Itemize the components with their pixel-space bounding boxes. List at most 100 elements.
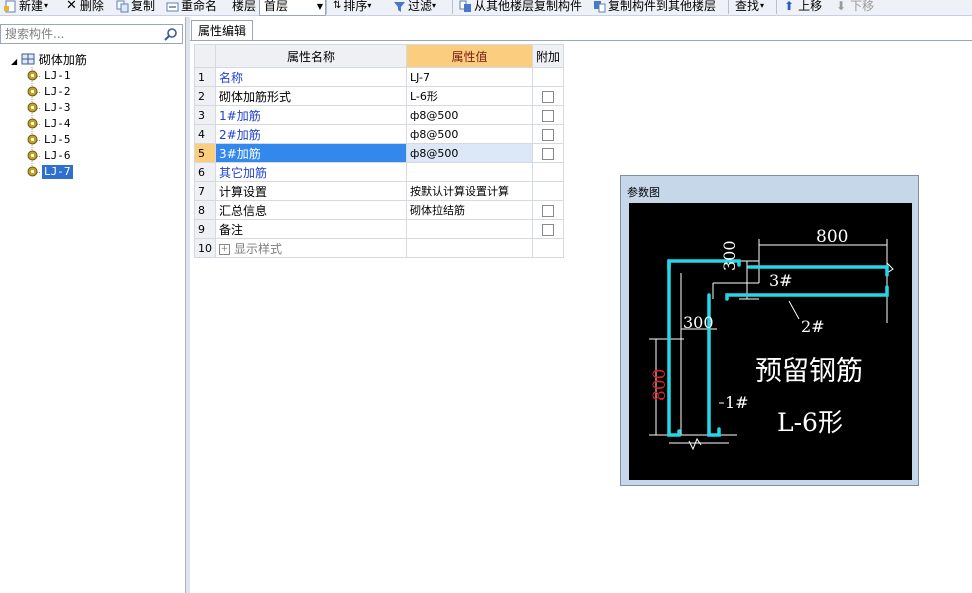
copy-from-other-floor-button[interactable]: 从其他楼层复制构件 [459, 0, 582, 15]
row-number: 6 [194, 162, 216, 182]
header-extra[interactable]: 附加 [531, 44, 565, 68]
property-value-cell[interactable]: ф8@500 [406, 124, 533, 144]
gear-icon [27, 118, 38, 129]
property-name-cell[interactable]: + 显示样式 [215, 238, 407, 258]
tree-item[interactable]: LJ-4 [27, 117, 73, 131]
move-down-button[interactable]: ⬇ 下移 [836, 0, 874, 15]
extra-checkbox[interactable] [542, 147, 554, 160]
toolbar-separator [776, 0, 777, 14]
property-value-cell[interactable]: ф8@500 [406, 105, 533, 125]
extra-checkbox[interactable] [542, 90, 554, 103]
row-number: 3 [194, 105, 216, 125]
property-value-cell[interactable] [406, 238, 533, 258]
tree-item[interactable]: LJ-1 [27, 69, 73, 83]
header-property-value[interactable]: 属性值 [406, 44, 533, 68]
property-value-cell[interactable]: L-6形 [406, 86, 533, 106]
header-property-name[interactable]: 属性名称 [215, 44, 407, 68]
grid-corner [194, 44, 216, 68]
tree-item[interactable]: LJ-7 [27, 165, 73, 179]
property-value-cell[interactable] [406, 219, 533, 239]
extra-cell [531, 67, 565, 87]
new-button[interactable]: 新建 ▾ [4, 0, 48, 15]
copy-button[interactable]: 复制 [116, 0, 155, 15]
extra-checkbox[interactable] [542, 128, 554, 141]
tree-item[interactable]: LJ-3 [27, 101, 73, 115]
table-row[interactable]: 6 其它加筋 [194, 162, 565, 182]
gear-icon [27, 102, 38, 113]
table-row[interactable]: 10 + 显示样式 [194, 238, 565, 258]
filter-button[interactable]: 过滤 ▾ [393, 0, 436, 15]
property-value-cell[interactable]: 砌体拉结筋 [406, 200, 533, 220]
table-row[interactable]: 5 3#加筋 ф8@500 [194, 143, 565, 163]
table-row[interactable]: 8 汇总信息 砌体拉结筋 [194, 200, 565, 220]
rebar-diagram [649, 239, 894, 451]
sort-button[interactable]: ⇅ 排序 ▾ [333, 0, 371, 15]
find-button[interactable]: 查找 ▾ [735, 0, 764, 15]
property-value-cell[interactable] [406, 162, 533, 182]
component-tree-panel: 搜索构件... ◢ 砌体加筋 LJ-1 LJ-2 LJ-3 LJ-4 LJ-5 LJ-6 L… [0, 17, 186, 593]
copy-to-other-floor-button[interactable]: 复制构件到其他楼层 [593, 0, 716, 15]
property-name: 计算设置 [219, 184, 268, 199]
table-row[interactable]: 3 1#加筋 ф8@500 [194, 105, 565, 125]
copy-icon [116, 0, 129, 12]
panel-title: 参数图 [627, 186, 660, 199]
extra-cell [531, 86, 565, 106]
row-number: 4 [194, 124, 216, 144]
extra-cell [531, 124, 565, 144]
label-3: 3# [769, 271, 793, 290]
toolbar: 新建 ▾ ✕ 删除 复制 重命名 楼层 首层 ▼ ⇅ 排序 ▾ 过滤 ▾ 从其他楼层复… [0, 0, 972, 16]
tab-property-edit[interactable]: 属性编辑 [191, 20, 253, 41]
table-row[interactable]: 2 砌体加筋形式 L-6形 [194, 86, 565, 106]
property-name: 备注 [219, 222, 244, 237]
table-row[interactable]: 7 计算设置 按默认计算设置计算 [194, 181, 565, 201]
property-name: 显示样式 [234, 241, 283, 256]
search-icon[interactable] [164, 27, 178, 41]
tree-item-label: LJ-3 [44, 101, 71, 114]
toolbar-separator [326, 0, 327, 14]
property-name-cell[interactable]: 汇总信息 [215, 200, 407, 220]
tree-item[interactable]: LJ-2 [27, 85, 73, 99]
caption-shape: L-6形 [777, 408, 843, 437]
property-name-cell[interactable]: 备注 [215, 219, 407, 239]
tree-item-label: LJ-5 [44, 133, 71, 146]
property-name-cell[interactable]: 砌体加筋形式 [215, 86, 407, 106]
property-value-cell[interactable]: ф8@500 [406, 143, 533, 163]
label-1: 1# [725, 393, 749, 412]
search-input[interactable]: 搜索构件... [0, 24, 183, 44]
table-row[interactable]: 1 名称 LJ-7 [194, 67, 565, 87]
extra-checkbox[interactable] [542, 223, 554, 236]
property-value-cell[interactable]: LJ-7 [406, 67, 533, 87]
dim-top-label: 800 [816, 227, 849, 247]
table-row[interactable]: 9 备注 [194, 219, 565, 239]
extra-cell [531, 219, 565, 239]
rename-button[interactable]: 重命名 [166, 0, 217, 15]
row-number: 10 [194, 238, 216, 258]
property-name: 其它加筋 [219, 165, 268, 180]
delete-icon: ✕ [66, 0, 77, 13]
tree-item[interactable]: LJ-5 [27, 133, 73, 147]
sort-icon: ⇅ [333, 0, 342, 11]
property-name-cell[interactable]: 计算设置 [215, 181, 407, 201]
expand-icon[interactable]: + [219, 243, 230, 255]
arrow-up-icon: ⬆ [784, 0, 795, 13]
tab-divider [190, 40, 972, 41]
property-name-cell[interactable]: 2#加筋 [215, 124, 407, 144]
delete-button[interactable]: ✕ 删除 [66, 0, 104, 15]
extra-cell [531, 105, 565, 125]
property-name: 1#加筋 [219, 108, 261, 123]
property-name-cell[interactable]: 名称 [215, 67, 407, 87]
row-number: 5 [194, 143, 216, 163]
property-name: 砌体加筋形式 [219, 89, 292, 104]
property-name-cell[interactable]: 1#加筋 [215, 105, 407, 125]
table-row[interactable]: 4 2#加筋 ф8@500 [194, 124, 565, 144]
extra-checkbox[interactable] [542, 204, 554, 217]
dim-vertical-small-label: 300 [720, 240, 739, 271]
extra-checkbox[interactable] [542, 109, 554, 122]
property-name-cell[interactable]: 3#加筋 [215, 143, 407, 163]
move-up-button[interactable]: ⬆ 上移 [784, 0, 822, 15]
tree-item[interactable]: LJ-6 [27, 149, 73, 163]
floor-select[interactable]: 首层 ▼ [259, 0, 326, 16]
property-value-cell[interactable]: 按默认计算设置计算 [406, 181, 533, 201]
property-name-cell[interactable]: 其它加筋 [215, 162, 407, 182]
parameter-diagram-panel: 参数图 800 300 3# 300 2# 预留钢筋 800 1# L-6形 [620, 175, 919, 486]
